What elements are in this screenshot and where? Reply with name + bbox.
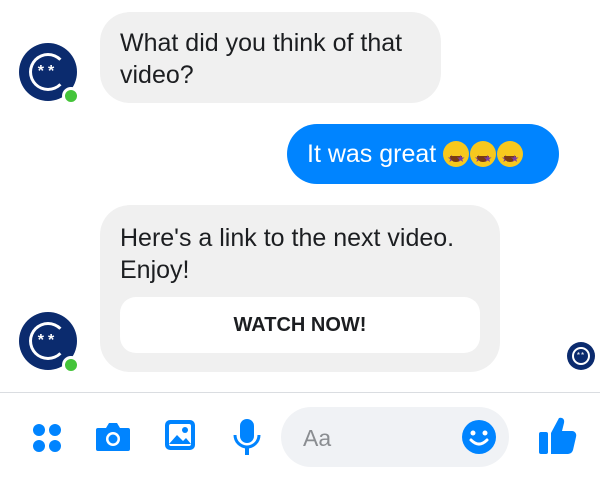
- camera-icon[interactable]: [94, 419, 132, 453]
- message-text-line: Here's a link to the next video.: [120, 224, 455, 252]
- avatar-logo: **: [29, 322, 67, 360]
- microphone-icon[interactable]: [231, 417, 263, 457]
- message-text-line: video?: [120, 61, 194, 89]
- message-bubble-incoming[interactable]: What did you think of that video?: [100, 12, 441, 103]
- composer-divider: [0, 392, 600, 393]
- message-text-line: What did you think of that: [120, 29, 403, 57]
- message-input[interactable]: [301, 419, 455, 457]
- more-apps-icon[interactable]: [30, 421, 64, 455]
- online-status-dot: [62, 356, 80, 374]
- avatar-logo: **: [29, 53, 67, 91]
- gallery-icon[interactable]: [163, 418, 197, 452]
- message-text: It was great: [307, 140, 437, 168]
- emoji-icon[interactable]: [461, 419, 497, 455]
- star-struck-emoji: [470, 141, 497, 176]
- star-struck-emoji: [443, 141, 470, 176]
- message-text-line: Enjoy!: [120, 256, 190, 284]
- watch-now-button[interactable]: WATCH NOW!: [120, 297, 480, 353]
- message-composer[interactable]: [281, 407, 509, 467]
- message-bubble-outgoing[interactable]: It was great: [287, 124, 559, 184]
- seen-receipt-icon: **: [567, 342, 595, 370]
- thumbs-up-icon[interactable]: [536, 414, 578, 456]
- online-status-dot: [62, 87, 80, 105]
- star-struck-emoji: [497, 141, 524, 176]
